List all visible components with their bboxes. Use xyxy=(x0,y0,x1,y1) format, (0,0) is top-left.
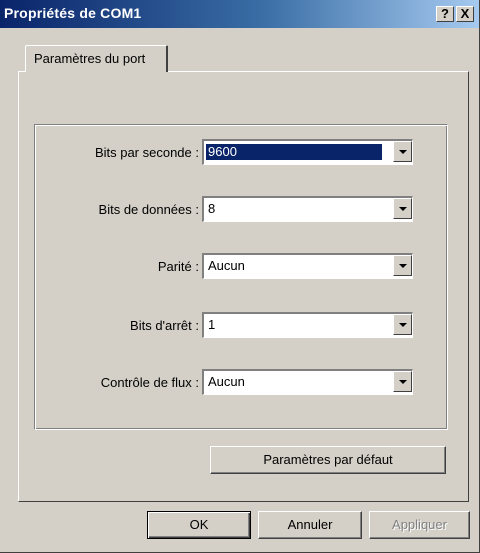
data-bits-value: 8 xyxy=(208,201,216,216)
data-bits-select[interactable]: 8 xyxy=(202,196,413,222)
dropdown-arrow-icon[interactable] xyxy=(393,371,412,392)
bits-per-second-value: 9600 xyxy=(206,144,382,160)
title-bar[interactable]: Propriétés de COM1 ? X xyxy=(0,0,479,28)
ok-button[interactable]: OK xyxy=(147,511,251,539)
stop-bits-label: Bits d'arrêt : xyxy=(130,318,199,333)
apply-button[interactable]: Appliquer xyxy=(369,511,470,539)
flow-control-label: Contrôle de flux : xyxy=(100,375,199,390)
dropdown-arrow-icon[interactable] xyxy=(393,255,412,276)
data-bits-label: Bits de données : xyxy=(98,202,199,217)
tab-port-settings[interactable]: Paramètres du port xyxy=(25,45,168,72)
close-icon[interactable]: X xyxy=(456,6,474,22)
flow-control-value: Aucun xyxy=(208,374,245,389)
cancel-button[interactable]: Annuler xyxy=(258,511,362,539)
flow-control-select[interactable]: Aucun xyxy=(202,369,413,395)
stop-bits-select[interactable]: 1 xyxy=(202,312,413,338)
bits-per-second-select[interactable]: 9600 xyxy=(202,139,413,165)
dropdown-arrow-icon[interactable] xyxy=(393,198,412,219)
help-icon[interactable]: ? xyxy=(436,6,454,22)
restore-defaults-button[interactable]: Paramètres par défaut xyxy=(210,446,446,474)
dropdown-arrow-icon[interactable] xyxy=(393,141,412,162)
parity-value: Aucun xyxy=(208,258,245,273)
bits-per-second-label: Bits par seconde : xyxy=(94,145,199,160)
properties-dialog: Propriétés de COM1 ? X Paramètres du por… xyxy=(0,0,480,553)
parity-label: Parité : xyxy=(157,259,199,274)
window-title: Propriétés de COM1 xyxy=(4,5,142,21)
stop-bits-value: 1 xyxy=(208,317,216,332)
dropdown-arrow-icon[interactable] xyxy=(393,314,412,335)
parity-select[interactable]: Aucun xyxy=(202,253,413,279)
tab-label: Paramètres du port xyxy=(34,51,146,66)
